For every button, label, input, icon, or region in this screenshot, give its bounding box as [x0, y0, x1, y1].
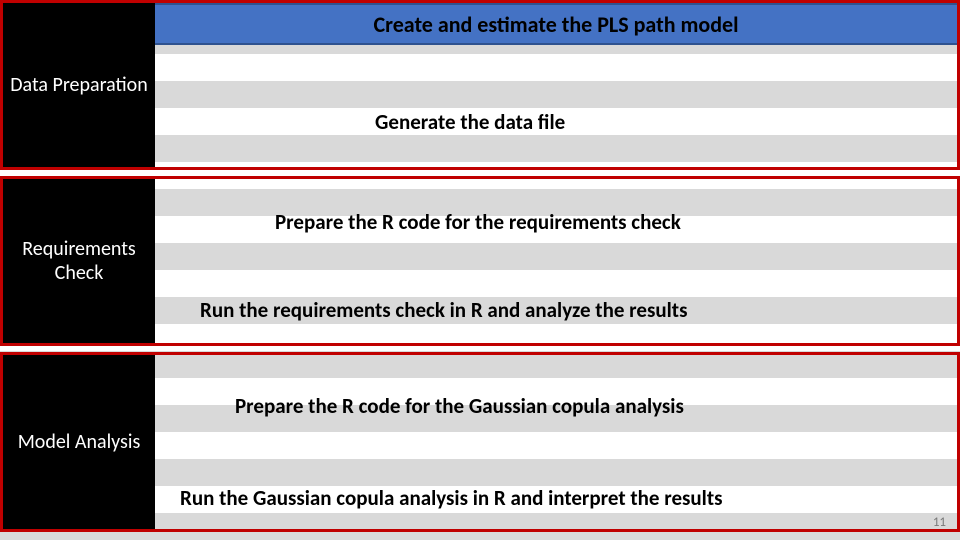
section-label-data-preparation: Data Preparation	[3, 3, 155, 167]
step-run-requirements-check: Run the requirements check in R and anal…	[200, 297, 687, 323]
section-content-requirements-check: Prepare the R code for the requirements …	[155, 179, 957, 343]
section-model-analysis: Model Analysis Prepare the R code for th…	[0, 352, 960, 532]
step-prepare-r-code-requirements: Prepare the R code for the requirements …	[275, 209, 681, 235]
section-label-requirements-check: Requirements Check	[3, 179, 155, 343]
section-label-model-analysis: Model Analysis	[3, 355, 155, 529]
section-content-data-preparation: Create and estimate the PLS path model G…	[155, 3, 957, 167]
banner-pls-path-model: Create and estimate the PLS path model	[155, 3, 957, 45]
section-content-model-analysis: Prepare the R code for the Gaussian copu…	[155, 355, 957, 529]
section-requirements-check: Requirements Check Prepare the R code fo…	[0, 176, 960, 346]
page-number: 11	[933, 515, 946, 530]
step-generate-data-file: Generate the data file	[375, 109, 565, 135]
step-run-gaussian-copula: Run the Gaussian copula analysis in R an…	[180, 485, 722, 511]
step-prepare-r-code-gaussian: Prepare the R code for the Gaussian copu…	[235, 393, 684, 419]
section-data-preparation: Data Preparation Create and estimate the…	[0, 0, 960, 170]
sections-container: Data Preparation Create and estimate the…	[0, 0, 960, 540]
